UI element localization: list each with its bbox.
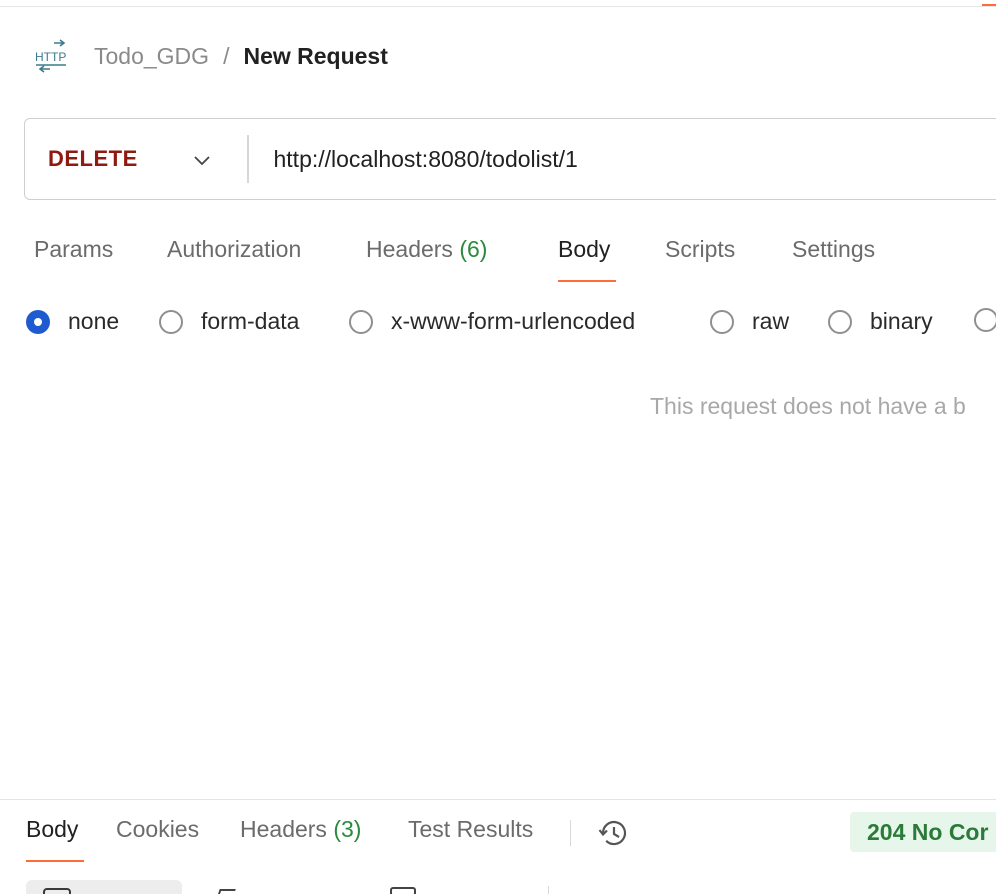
breadcrumb-collection[interactable]: Todo_GDG	[94, 43, 209, 70]
response-divider	[0, 799, 996, 800]
radio-label: none	[68, 308, 120, 334]
method-label: DELETE	[48, 146, 138, 171]
history-icon[interactable]	[596, 816, 630, 850]
response-headers-count: (3)	[333, 816, 362, 842]
response-tab-cookies[interactable]: Cookies	[116, 816, 199, 843]
response-tab-headers[interactable]: Headers (3)	[240, 816, 361, 843]
tab-scripts[interactable]: Scripts	[665, 236, 735, 263]
tab-params[interactable]: Params	[34, 236, 113, 263]
body-type-none[interactable]: none	[26, 308, 119, 335]
tab-label: Cookies	[116, 816, 200, 842]
body-type-form-data[interactable]: form-data	[159, 308, 299, 335]
svg-text:HTTP: HTTP	[35, 50, 66, 64]
breadcrumb-separator: /	[223, 42, 230, 69]
body-type-options: none form-data x-www-form-urlencoded raw…	[26, 308, 996, 340]
tab-label: Headers	[366, 236, 453, 262]
tab-body[interactable]: Body	[558, 236, 610, 263]
tab-label: Params	[34, 236, 114, 262]
response-tab-body[interactable]: Body	[26, 816, 78, 843]
status-badge: 204 No Cor	[850, 812, 996, 852]
tab-label: Body	[26, 816, 79, 842]
request-name[interactable]: New Request	[243, 43, 387, 70]
tab-authorization[interactable]: Authorization	[167, 236, 301, 263]
headers-count: (6)	[459, 236, 488, 262]
tab-label: Headers	[240, 816, 327, 842]
body-empty-message: This request does not have a b	[650, 393, 966, 419]
radio-unselected[interactable]	[159, 309, 183, 334]
http-request-icon: HTTP	[35, 39, 66, 73]
radio-unselected[interactable]	[710, 309, 734, 334]
response-format-selector[interactable]	[26, 880, 182, 894]
breadcrumb: HTTP Todo_GDG / New Request	[34, 38, 388, 74]
radio-selected[interactable]	[26, 309, 50, 334]
url-input[interactable]: http://localhost:8080/todolist/1	[249, 146, 578, 173]
postman-request-editor: HTTP Todo_GDG / New Request DELETE http:…	[0, 0, 996, 894]
tab-label: Scripts	[665, 236, 736, 262]
response-tab-divider	[570, 820, 571, 846]
tab-headers[interactable]: Headers (6)	[366, 236, 487, 263]
tab-settings[interactable]: Settings	[792, 236, 875, 263]
request-url-bar: DELETE http://localhost:8080/todolist/1	[24, 118, 996, 200]
toolbar-divider	[548, 886, 549, 894]
active-tab-underline	[558, 280, 616, 282]
method-selector[interactable]: DELETE	[25, 119, 247, 199]
response-active-underline	[26, 860, 84, 862]
active-tab-accent	[982, 4, 996, 6]
body-type-raw[interactable]: raw	[710, 308, 789, 335]
tab-label: Settings	[792, 236, 876, 262]
tab-label: Authorization	[167, 236, 302, 262]
tab-label: Body	[558, 236, 611, 262]
top-divider	[0, 6, 996, 7]
body-type-graphql[interactable]	[974, 308, 996, 332]
radio-label: binary	[870, 308, 933, 334]
body-type-urlencoded[interactable]: x-www-form-urlencoded	[349, 308, 635, 335]
radio-unselected[interactable]	[974, 308, 996, 332]
radio-label: raw	[752, 308, 790, 334]
radio-unselected[interactable]	[828, 309, 852, 334]
visualize-icon[interactable]	[390, 887, 416, 894]
radio-label: form-data	[201, 308, 300, 334]
radio-label: x-www-form-urlencoded	[391, 308, 636, 334]
body-type-binary[interactable]: binary	[828, 308, 933, 335]
tab-label: Test Results	[408, 816, 534, 842]
response-tabs: Body Cookies Headers (3) Test Results 20…	[26, 812, 996, 866]
response-tab-test-results[interactable]: Test Results	[408, 816, 533, 843]
format-icon	[43, 888, 71, 894]
chevron-down-icon	[194, 156, 210, 166]
radio-unselected[interactable]	[349, 309, 373, 334]
preview-icon[interactable]	[216, 889, 236, 894]
